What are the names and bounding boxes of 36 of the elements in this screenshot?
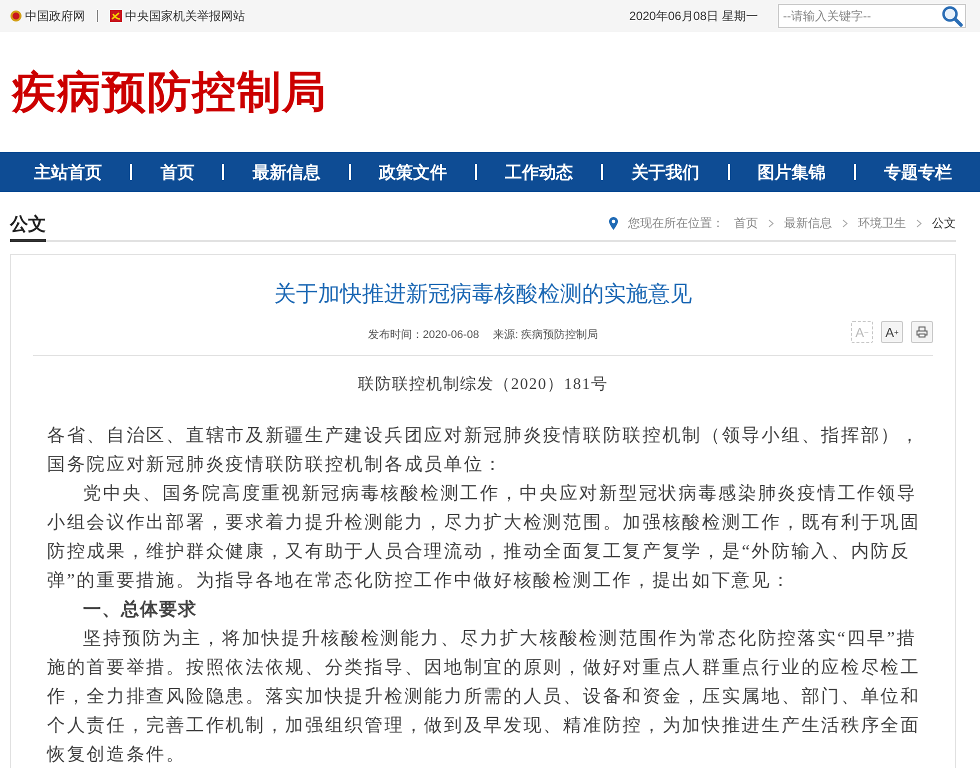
chevron-icon [768, 218, 774, 228]
increase-font-button[interactable]: A$^{+}$ [881, 321, 903, 343]
article-source: 来源: 疾病预防控制局 [493, 328, 598, 342]
breadcrumb-link[interactable]: 环境卫生 [858, 214, 906, 232]
chevron-icon [916, 218, 922, 228]
article-title: 关于加快推进新冠病毒核酸检测的实施意见 [273, 280, 693, 308]
nav-link[interactable]: 最新信息 [234, 160, 339, 184]
body-paragraph: 坚持预防为主，将加快提升核酸检测能力、尽力扩大核酸检测范围作为常态化防控落实“四早”措施的首要举措。按照依法依规、分类指导、因地制宜的原则，做好对重点人群重点行业的应检尽检工作，全力排查风险隐患。落实加快提升检测能力所需的人员、设备和资金，压实属地、部门、单位和个人责任，完善工作机制，加强组织管理，做到及早发现、精准防控，为加快推进生产生活秩序全面恢复创造条件。 [46, 627, 922, 766]
breadcrumb-link[interactable]: 最新信息 [784, 214, 832, 232]
date-text: 2020年06月08日 星期一 [629, 8, 758, 24]
breadcrumb-link[interactable]: 公文 [932, 214, 956, 232]
nav-link[interactable]: 政策文件 [360, 160, 465, 184]
print-button[interactable] [911, 321, 933, 343]
site-link[interactable]: 中国政府网 [25, 8, 85, 24]
nav-link[interactable]: 专题专栏 [866, 160, 970, 184]
search-icon[interactable] [941, 5, 963, 27]
search-field[interactable]: --请输入关键字-- [778, 4, 966, 28]
location-pin-icon [609, 216, 618, 230]
section-title: 公文 [10, 212, 46, 242]
breadcrumb-label: 您现在所在位置： [628, 214, 724, 232]
nav-link[interactable]: 图片集锦 [740, 160, 844, 184]
emblem-icon [10, 10, 22, 22]
address-paragraph: 各省、自治区、直辖市及新疆生产建设兵团应对新冠肺炎疫情联防联控机制（领导小组、指挥部），国务院应对新冠肺炎疫情联防联控机制各成员单位： [46, 424, 922, 476]
body-paragraph: 党中央、国务院高度重视新冠病毒核酸检测工作，中央应对新型冠状病毒感染肺炎疫情工作领导小组会议作出部署，要求着力提升检测能力，尽力扩大检测范围。加强核酸检测工作，既有利于巩固防控成果，维护群众健康，又有助于人员合理流动，推动全面复工复产复学，是“外防输入、内防反弹”的重要措施。为指导各地在常态化防控工作中做好核酸检测工作，提出如下意见： [46, 482, 922, 592]
breadcrumb-link[interactable]: 首页 [734, 214, 758, 232]
nav-link[interactable]: 关于我们 [613, 160, 718, 184]
site-title: 疾病预防控制局 [12, 66, 327, 118]
document-number: 联防联控机制综发（2020）181号 [357, 374, 609, 395]
section-heading: 一、总体要求 [82, 598, 198, 621]
nav-link[interactable]: 主站首页 [16, 160, 120, 184]
nav-link[interactable]: 首页 [142, 160, 212, 184]
publish-date: 发布时间：2020-06-08 [368, 328, 480, 342]
site-link[interactable]: 中央国家机关举报网站 [125, 8, 245, 24]
nav-link[interactable]: 工作动态 [487, 160, 592, 184]
chevron-icon [842, 218, 848, 228]
printer-icon [916, 326, 928, 338]
